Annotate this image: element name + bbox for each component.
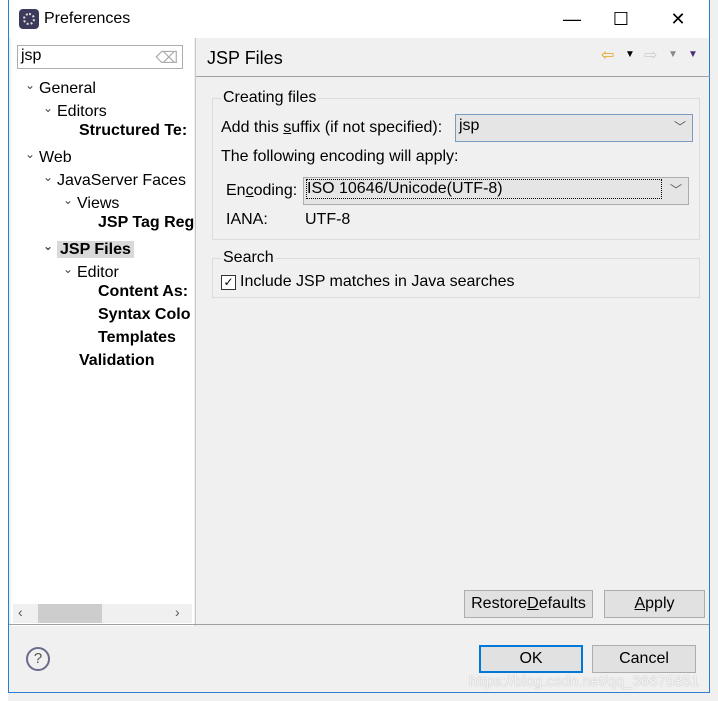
close-button[interactable]: ✕ xyxy=(655,0,701,38)
iana-label: IANA: xyxy=(226,211,268,228)
group-legend: Search xyxy=(221,249,276,267)
tree-item[interactable]: Structured Te: xyxy=(79,120,187,142)
tree-item[interactable]: ⌄ Web xyxy=(25,143,72,166)
tree-item[interactable]: Validation xyxy=(79,350,155,372)
scroll-thumb[interactable] xyxy=(38,604,102,623)
help-icon[interactable]: ? xyxy=(26,647,50,671)
creating-files-group: Creating files Add this suffix (if not s… xyxy=(212,89,700,240)
window-title: Preferences xyxy=(44,10,131,27)
tree-item-label: Web xyxy=(39,149,72,166)
iana-value: UTF-8 xyxy=(305,211,351,228)
include-jsp-label[interactable]: Include JSP matches in Java searches xyxy=(240,273,515,291)
forward-icon[interactable]: ⇨ xyxy=(644,45,657,65)
tree-item-label: Validation xyxy=(79,352,155,369)
tree-item-label: Templates xyxy=(98,329,176,346)
ok-button[interactable]: OK xyxy=(479,645,583,673)
chevron-down-icon[interactable]: ⌄ xyxy=(25,74,39,96)
view-menu-icon[interactable]: ▼ xyxy=(688,49,698,60)
scroll-left-icon[interactable]: ‹ xyxy=(18,604,23,620)
apply-button[interactable]: Apply xyxy=(604,590,705,618)
page-title: JSP Files xyxy=(207,48,283,68)
tree-item[interactable]: ⌄ Editor xyxy=(63,258,119,281)
tree-item-label: Views xyxy=(77,195,120,212)
tree-item[interactable]: ⌄ Editors xyxy=(43,97,107,120)
back-menu-icon[interactable]: ▼ xyxy=(625,49,635,60)
tree-item-label: Structured Te: xyxy=(79,122,188,139)
minimize-button[interactable]: — xyxy=(549,0,595,38)
forward-menu-icon[interactable]: ▼ xyxy=(668,49,678,60)
maximize-button[interactable]: ☐ xyxy=(598,0,644,38)
encoding-intro: The following encoding will apply: xyxy=(221,148,459,165)
header-separator xyxy=(196,76,710,77)
tree-item[interactable]: Syntax Colo xyxy=(98,304,190,326)
tree-item[interactable]: Templates xyxy=(98,327,176,349)
tree-item[interactable]: ⌄ General xyxy=(25,74,96,97)
clear-icon[interactable]: ⌫ xyxy=(155,48,178,68)
eclipse-icon xyxy=(19,9,39,29)
tree-item[interactable]: Content As: xyxy=(98,281,188,303)
restore-defaults-button[interactable]: Restore Defaults xyxy=(464,590,593,618)
background-editor xyxy=(0,0,8,701)
encoding-combo[interactable]: ISO 10646/Unicode(UTF-8) ﹀ xyxy=(303,177,689,205)
tree-item-label: Editor xyxy=(77,264,119,281)
tree-item-label: JSP Files xyxy=(57,241,134,258)
chevron-down-icon[interactable]: ⌄ xyxy=(43,166,57,188)
tree-item-label: Content As: xyxy=(98,283,189,300)
encoding-label: Encoding: xyxy=(226,182,298,199)
watermark: https://blog.csdn.net/qq_36675851 xyxy=(469,673,700,690)
tree-item-label: JavaServer Faces xyxy=(57,172,186,189)
chevron-down-icon[interactable]: ⌄ xyxy=(63,189,77,211)
chevron-down-icon[interactable]: ⌄ xyxy=(43,235,57,257)
filter-input[interactable]: jsp ⌫ xyxy=(17,45,183,69)
include-jsp-checkbox[interactable]: ✓ xyxy=(221,275,236,290)
group-legend: Creating files xyxy=(221,89,319,107)
suffix-label: Add this suffix (if not specified): xyxy=(221,119,443,136)
filter-value: jsp xyxy=(21,47,42,64)
chevron-down-icon[interactable]: ⌄ xyxy=(25,143,39,165)
footer-separator xyxy=(9,624,709,625)
scroll-right-icon[interactable]: › xyxy=(175,604,180,620)
tree-item-label: General xyxy=(39,80,96,97)
horizontal-scrollbar[interactable]: ‹ › xyxy=(13,604,192,623)
tree-item[interactable]: ⌄ JSP Files xyxy=(43,235,134,258)
preference-tree: jsp ⌫ ⌄ General ⌄ Editors Structured Te: ⌄ Web ⌄… xyxy=(11,38,194,626)
suffix-combo[interactable]: jsp ﹀ xyxy=(455,114,693,142)
title-bar: Preferences — ☐ ✕ xyxy=(9,0,709,38)
chevron-down-icon: ﹀ xyxy=(673,120,686,134)
tree-item[interactable]: ⌄ JavaServer Faces xyxy=(43,166,186,189)
tree-item[interactable]: JSP Tag Reg xyxy=(98,212,194,234)
chevron-down-icon[interactable]: ⌄ xyxy=(43,97,57,119)
cancel-button[interactable]: Cancel xyxy=(592,645,696,673)
chevron-down-icon[interactable]: ⌄ xyxy=(63,258,77,280)
tree-item[interactable]: ⌄ Views xyxy=(63,189,120,212)
preferences-dialog: Preferences — ☐ ✕ jsp ⌫ ⌄ General ⌄ Editors S… xyxy=(8,0,710,693)
tree-item-label: Syntax Colo xyxy=(98,306,191,323)
tree-item-label: Editors xyxy=(57,103,107,120)
tree-item-label: JSP Tag Reg xyxy=(98,214,195,231)
chevron-down-icon: ﹀ xyxy=(669,183,682,197)
back-icon[interactable]: ⇦ xyxy=(601,45,614,65)
page-pane: JSP Files ⇦ ▼ ⇨ ▼ ▼ Creating files Add t… xyxy=(195,38,710,626)
search-group: Search ✓ Include JSP matches in Java sea… xyxy=(212,249,700,298)
